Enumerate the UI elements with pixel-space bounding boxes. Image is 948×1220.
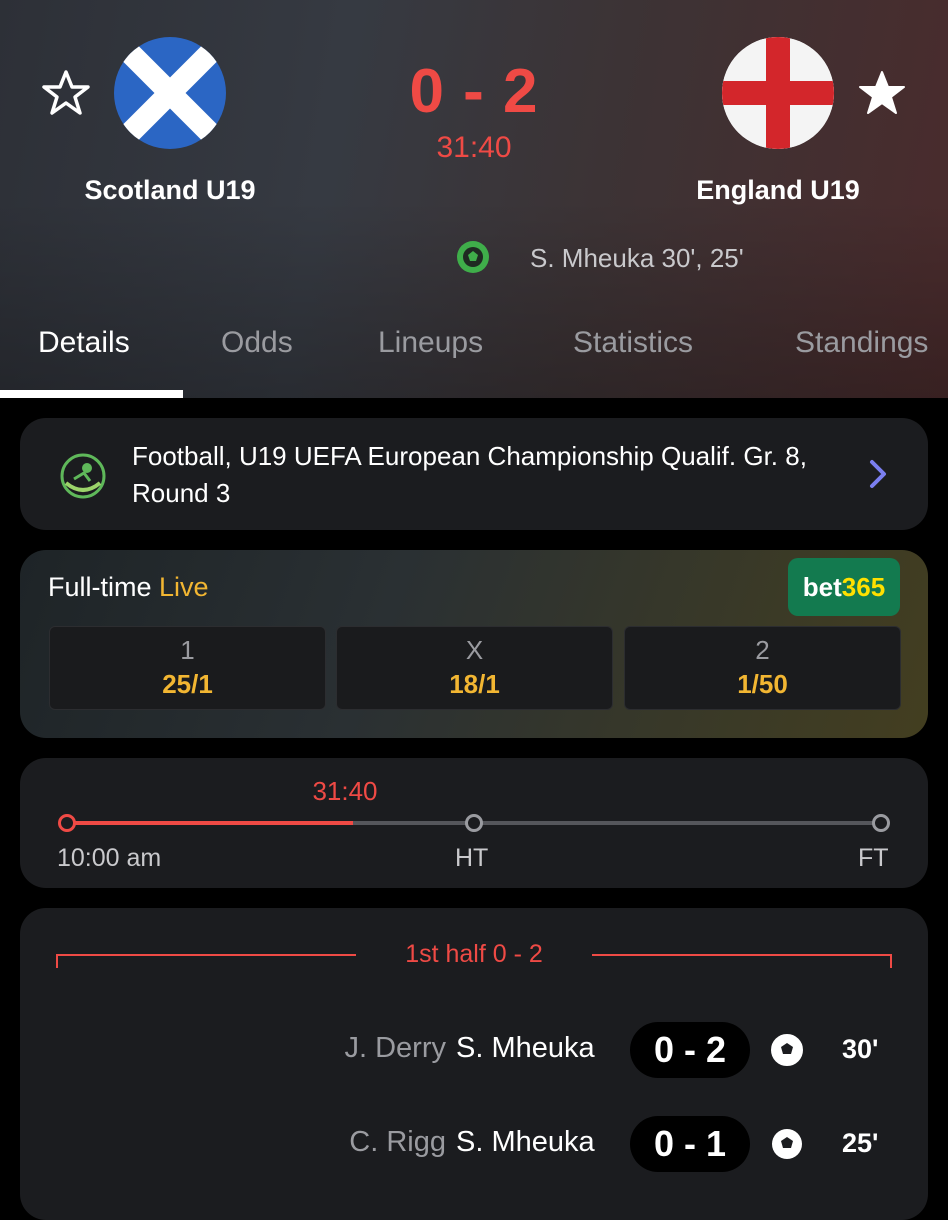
tab-statistics[interactable]: Statistics [573, 326, 693, 360]
odds-title: Full-time Live [48, 572, 209, 603]
bookmaker-name-part2: 365 [841, 572, 886, 602]
chevron-right-icon [866, 456, 890, 492]
star-filled-icon [859, 71, 905, 114]
timeline-start-dot [58, 814, 76, 832]
away-team-name[interactable]: England U19 [648, 175, 908, 206]
england-flag[interactable] [722, 37, 834, 149]
half-divider-left [56, 954, 356, 956]
odds-card: Full-time Live bet365 1 25/1 X 18/1 2 1/… [20, 550, 928, 738]
tab-odds[interactable]: Odds [221, 326, 293, 360]
assist-player: J. Derry [344, 1032, 447, 1064]
goal-event-row[interactable]: J. Derry S. Mheuka 0 - 2 30' [20, 1022, 928, 1082]
assist-player: C. Rigg [349, 1126, 446, 1158]
football-icon [770, 1127, 804, 1161]
tab-details[interactable]: Details [38, 326, 130, 360]
odds-option-value: 1/50 [737, 669, 788, 699]
tab-bar: Details Odds Lineups Statistics Standing… [0, 318, 948, 398]
match-header: Scotland U19 0 - 2 31:40 England U19 S. … [0, 0, 948, 398]
football-competition-icon [60, 453, 106, 499]
timeline-progress [65, 821, 353, 825]
event-score: 0 - 1 [630, 1116, 750, 1172]
half-divider-right [592, 954, 892, 956]
timeline-ft-dot [872, 814, 890, 832]
timeline-start-label: 10:00 am [57, 844, 162, 872]
bet365-logo[interactable]: bet365 [788, 558, 900, 616]
odds-option-draw[interactable]: X 18/1 [336, 626, 613, 710]
goal-ball-icon [455, 239, 491, 275]
bookmaker-name-part1: bet [802, 572, 842, 602]
timeline-ht-dot [465, 814, 483, 832]
odds-option-label: 1 [180, 635, 195, 665]
scotland-flag[interactable] [114, 37, 226, 149]
event-minute: 30' [842, 1034, 879, 1064]
odds-market-label: Full-time [48, 572, 152, 602]
tab-lineups[interactable]: Lineups [378, 326, 483, 360]
match-timeline-card: 31:40 10:00 am HT FT [20, 758, 928, 888]
odds-option-value: 18/1 [449, 669, 500, 699]
home-team-name[interactable]: Scotland U19 [40, 175, 300, 206]
goal-scorer: S. Mheuka [456, 1126, 595, 1158]
star-outline-icon [42, 70, 90, 115]
match-score: 0 - 2 [409, 57, 539, 126]
odds-option-home[interactable]: 1 25/1 [49, 626, 326, 710]
half-divider-tick-left [56, 954, 58, 968]
favorite-star-icon-home[interactable] [41, 68, 91, 118]
competition-name: Football, U19 UEFA European Championship… [132, 441, 807, 508]
favorite-star-icon-away[interactable] [857, 68, 907, 118]
match-clock: 31:40 [436, 131, 512, 164]
odds-option-label: X [465, 635, 484, 665]
competition-card[interactable]: Football, U19 UEFA European Championship… [20, 418, 928, 530]
timeline-clock: 31:40 [312, 776, 378, 806]
odds-option-value: 25/1 [162, 669, 213, 699]
event-score: 0 - 2 [630, 1022, 750, 1078]
odds-option-away[interactable]: 2 1/50 [624, 626, 901, 710]
goal-event-row[interactable]: C. Rigg S. Mheuka 0 - 1 25' [20, 1116, 928, 1176]
half-title: 1st half 0 - 2 [405, 940, 543, 968]
odds-option-label: 2 [755, 635, 770, 665]
live-label: Live [159, 572, 209, 602]
tab-standings[interactable]: Standings [795, 326, 928, 360]
event-minute: 25' [842, 1128, 879, 1158]
timeline-ht-label: HT [455, 844, 489, 872]
active-tab-indicator [0, 390, 183, 398]
scorers-summary: S. Mheuka 30', 25' [530, 243, 744, 273]
half-divider-tick-right [890, 954, 892, 968]
football-icon [770, 1033, 804, 1067]
timeline-ft-label: FT [858, 844, 889, 872]
goal-scorer: S. Mheuka [456, 1032, 595, 1064]
match-events-card: 1st half 0 - 2 J. Derry S. Mheuka 0 - 2 … [20, 908, 928, 1220]
